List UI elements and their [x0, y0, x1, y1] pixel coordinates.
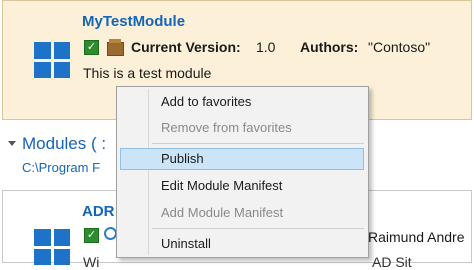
- menu-item-label: Remove from favorites: [161, 120, 292, 135]
- menu-item-label: Publish: [161, 151, 204, 166]
- menu-item-edit-module-manifest[interactable]: Edit Module Manifest: [120, 175, 364, 197]
- modules-section-header[interactable]: Modules ( :: [22, 134, 106, 154]
- menu-item-label: Edit Module Manifest: [161, 178, 283, 193]
- module-description-tail: AD Sit: [372, 254, 412, 270]
- authors-value: Raimund Andre: [368, 229, 465, 245]
- authors-label: Authors:: [300, 39, 359, 55]
- module-title[interactable]: MyTestModule: [82, 13, 185, 30]
- checkmark-icon: ✓: [84, 40, 99, 55]
- menu-separator: [152, 143, 364, 144]
- checkmark-icon: ✓: [84, 228, 99, 243]
- menu-item-remove-from-favorites[interactable]: Remove from favorites: [120, 117, 364, 139]
- version-value: 1.0: [256, 39, 276, 55]
- authors-value: "Contoso": [368, 39, 431, 55]
- menu-item-publish[interactable]: Publish: [120, 148, 364, 170]
- powershell-module-icon: [34, 229, 70, 265]
- menu-gutter-divider: [148, 89, 149, 255]
- menu-separator: [152, 228, 364, 229]
- menu-item-add-module-manifest[interactable]: Add Module Manifest: [120, 202, 364, 224]
- version-label: Current Version:: [131, 39, 241, 55]
- menu-item-label: Add Module Manifest: [161, 205, 284, 220]
- menu-item-uninstall[interactable]: Uninstall: [120, 233, 364, 255]
- package-icon: [107, 39, 124, 56]
- modules-section-path: C:\Program F: [22, 160, 101, 175]
- module-description: Wi: [83, 254, 100, 270]
- menu-item-label: Add to favorites: [161, 94, 252, 109]
- context-menu: Add to favorites Remove from favorites P…: [116, 86, 369, 258]
- menu-item-label: Uninstall: [161, 236, 211, 251]
- module-description: This is a test module: [83, 65, 212, 81]
- module-title[interactable]: ADR: [82, 203, 115, 220]
- collapse-caret-icon[interactable]: [8, 141, 16, 146]
- powershell-module-icon: [34, 42, 70, 78]
- menu-item-add-to-favorites[interactable]: Add to favorites: [120, 91, 364, 113]
